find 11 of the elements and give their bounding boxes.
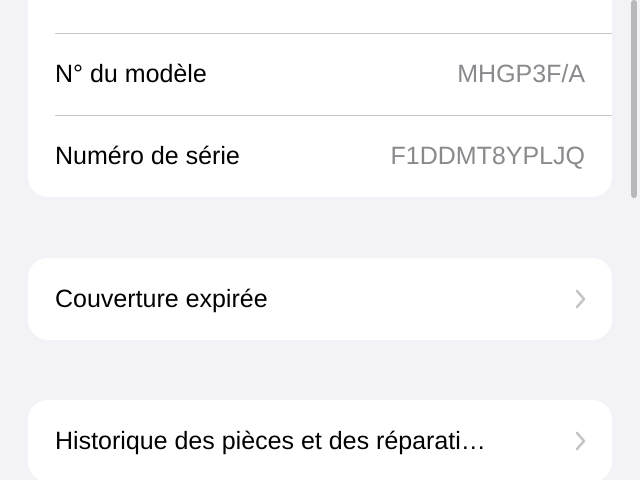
settings-row[interactable]: Historique des pièces et des réparati…	[28, 400, 612, 480]
row-value: F1DDMT8YPLJQ	[390, 142, 585, 171]
chevron-icon	[575, 289, 586, 309]
row-label: Couverture expirée	[55, 284, 268, 314]
row-label: N° du modèle	[55, 60, 207, 89]
row-value: MHGP3F/A	[457, 60, 585, 89]
row-label: Historique des pièces et des réparati…	[55, 426, 486, 456]
scrollbar[interactable]	[631, 0, 637, 198]
chevron-icon	[575, 431, 586, 451]
row-label: Numéro de série	[55, 142, 240, 171]
settings-row[interactable]: Couverture expirée	[28, 258, 612, 340]
